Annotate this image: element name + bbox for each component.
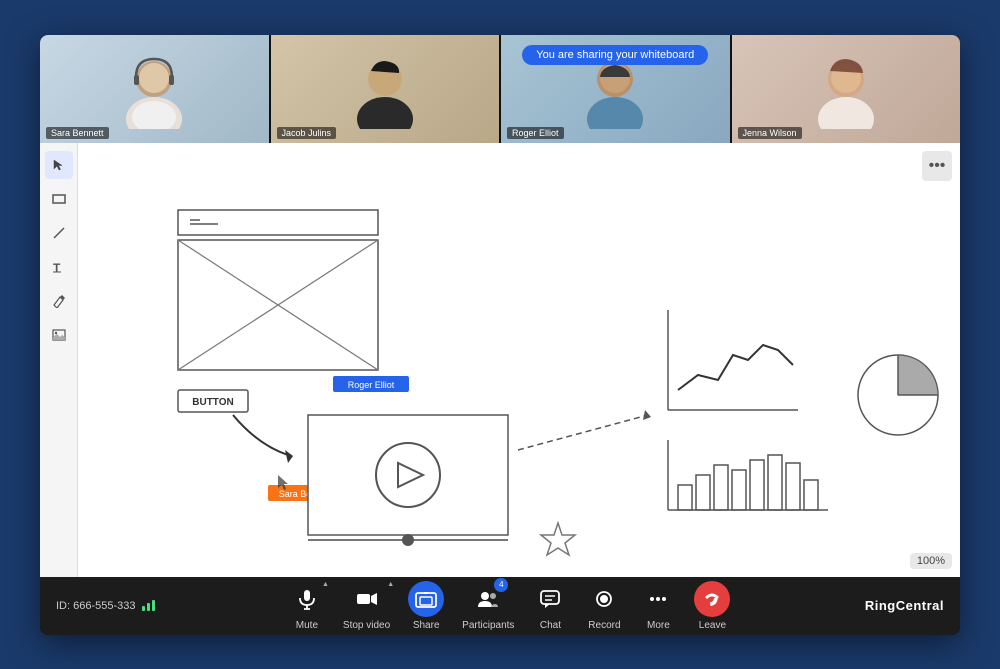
more-label: More xyxy=(647,620,670,631)
share-icon xyxy=(408,581,444,617)
share-label: Share xyxy=(413,620,440,631)
participant-tile-1: Sara Bennett xyxy=(40,35,269,143)
sharing-banner: You are sharing your whiteboard xyxy=(522,45,708,65)
brand-logo: RingCentral xyxy=(865,598,944,613)
main-area: T ••• xyxy=(40,143,960,577)
participant-name-3: Roger Elliot xyxy=(507,127,564,139)
more-button[interactable]: More xyxy=(640,581,676,631)
more-options-button[interactable]: ••• xyxy=(922,151,952,181)
mute-icon xyxy=(289,581,325,617)
participants-button[interactable]: 4 Participants xyxy=(462,581,514,631)
participant-name-1: Sara Bennett xyxy=(46,127,109,139)
tool-line[interactable] xyxy=(45,219,73,247)
tool-rectangle[interactable] xyxy=(45,185,73,213)
meeting-controls: Mute ▲ Stop video ▲ Share xyxy=(155,581,865,631)
participants-count-badge: 4 xyxy=(494,578,508,592)
signal-bar-2 xyxy=(147,603,150,611)
mute-caret: ▲ xyxy=(322,581,329,588)
tool-pen[interactable] xyxy=(45,287,73,315)
whiteboard-canvas: Roger Elliot BUTTON Sara Bennett xyxy=(78,143,960,577)
signal-bar-1 xyxy=(142,606,145,611)
more-icon xyxy=(640,581,676,617)
tool-image[interactable] xyxy=(45,321,73,349)
participants-icon: 4 xyxy=(470,581,506,617)
share-button[interactable]: Share xyxy=(408,581,444,631)
meeting-id-text: ID: 666-555-333 xyxy=(56,600,136,612)
record-label: Record xyxy=(588,620,620,631)
tool-select[interactable] xyxy=(45,151,73,179)
more-dots-icon: ••• xyxy=(929,157,946,175)
participant-strip: Sara Bennett Jacob Julins Y xyxy=(40,35,960,143)
zoom-level: 100% xyxy=(910,553,952,569)
video-caret: ▲ xyxy=(387,581,394,588)
record-icon xyxy=(586,581,622,617)
participant-tile-3: You are sharing your whiteboard Roger El… xyxy=(501,35,730,143)
chat-button[interactable]: Chat xyxy=(532,581,568,631)
record-button[interactable]: Record xyxy=(586,581,622,631)
video-label: Stop video xyxy=(343,620,390,631)
video-button[interactable]: Stop video ▲ xyxy=(343,581,390,631)
leave-label: Leave xyxy=(699,620,726,631)
svg-text:Roger Elliot: Roger Elliot xyxy=(348,380,395,390)
left-toolbar: T xyxy=(40,143,78,577)
svg-text:BUTTON: BUTTON xyxy=(192,397,233,408)
meeting-id: ID: 666-555-333 xyxy=(56,600,155,612)
participants-label: Participants xyxy=(462,620,514,631)
chat-icon xyxy=(532,581,568,617)
participant-name-4: Jenna Wilson xyxy=(738,127,802,139)
mute-label: Mute xyxy=(296,620,318,631)
tool-text[interactable]: T xyxy=(45,253,73,281)
chat-label: Chat xyxy=(540,620,561,631)
video-icon xyxy=(349,581,385,617)
leave-icon xyxy=(694,581,730,617)
whiteboard: ••• Roger Elliot BUTTON xyxy=(78,143,960,577)
app-window: Sara Bennett Jacob Julins Y xyxy=(40,35,960,635)
mute-button[interactable]: Mute ▲ xyxy=(289,581,325,631)
signal-strength xyxy=(142,600,155,611)
participant-tile-4: Jenna Wilson xyxy=(732,35,961,143)
participant-name-2: Jacob Julins xyxy=(277,127,337,139)
participant-tile-2: Jacob Julins xyxy=(271,35,500,143)
leave-button[interactable]: Leave xyxy=(694,581,730,631)
bottom-bar: ID: 666-555-333 Mute ▲ Stop vi xyxy=(40,577,960,635)
